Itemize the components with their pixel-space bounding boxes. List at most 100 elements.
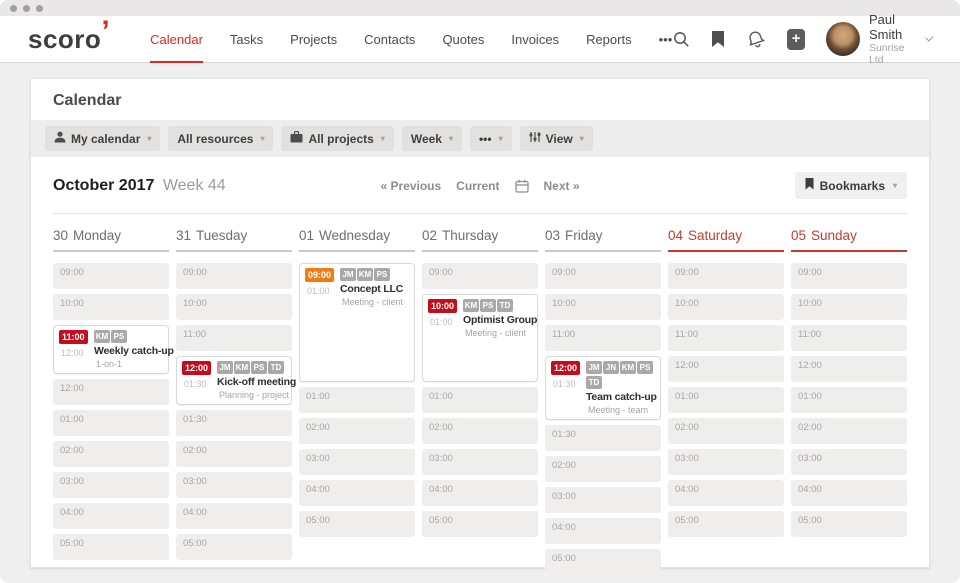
- nav-item-projects[interactable]: Projects: [290, 16, 337, 63]
- time-slot[interactable]: 05:00: [545, 549, 661, 575]
- time-slot[interactable]: 04:00: [299, 480, 415, 506]
- time-slot[interactable]: 03:00: [53, 472, 169, 498]
- slot-time-label: 12:00: [675, 360, 699, 371]
- time-slot[interactable]: 09:00: [791, 263, 907, 289]
- nav-item-contacts[interactable]: Contacts: [364, 16, 415, 63]
- nav-item-reports[interactable]: Reports: [586, 16, 632, 63]
- window-close-button[interactable]: [10, 5, 17, 12]
- time-slot[interactable]: 05:00: [668, 511, 784, 537]
- member-badge: PS: [637, 361, 653, 374]
- time-slot[interactable]: 05:00: [176, 534, 292, 560]
- add-icon[interactable]: +: [787, 29, 805, 50]
- filter-week[interactable]: Week▾: [402, 126, 462, 151]
- time-slot[interactable]: 10:00: [668, 294, 784, 320]
- time-slot[interactable]: 05:00: [422, 511, 538, 537]
- time-slot[interactable]: 02:00: [545, 456, 661, 482]
- bookmarks-button[interactable]: Bookmarks ▾: [795, 172, 907, 199]
- nav-item-quotes[interactable]: Quotes: [442, 16, 484, 63]
- window-zoom-button[interactable]: [36, 5, 43, 12]
- time-slot[interactable]: 09:00: [668, 263, 784, 289]
- time-slot[interactable]: 05:00: [791, 511, 907, 537]
- search-icon[interactable]: [672, 30, 690, 48]
- event-card[interactable]: 11:0012:00KMPSWeekly catch-up1-on-1: [53, 325, 169, 374]
- time-slot[interactable]: 03:00: [299, 449, 415, 475]
- slot-time-label: 01:00: [675, 391, 699, 402]
- event-card[interactable]: 10:0001:00KMPSTDOptimist GroupMeeting - …: [422, 294, 538, 382]
- next-button[interactable]: Next »: [544, 179, 580, 193]
- previous-button[interactable]: « Previous: [380, 179, 441, 193]
- time-slot[interactable]: 02:00: [791, 418, 907, 444]
- time-slot[interactable]: 11:00: [791, 325, 907, 351]
- time-slot[interactable]: 01:00: [53, 410, 169, 436]
- event-end-time: 01:00: [428, 317, 453, 327]
- time-slot[interactable]: 12:00: [791, 356, 907, 382]
- time-slot[interactable]: 10:00: [791, 294, 907, 320]
- time-slot[interactable]: 02:00: [176, 441, 292, 467]
- user-menu[interactable]: Paul Smith Sunrise Ltd: [826, 12, 932, 66]
- event-card[interactable]: 12:0001:30JMKMPSTDKick-off meetingPlanni…: [176, 356, 292, 405]
- nav-item-tasks[interactable]: Tasks: [230, 16, 263, 63]
- time-slot[interactable]: 03:00: [668, 449, 784, 475]
- time-slot[interactable]: 09:00: [422, 263, 538, 289]
- filter-label: View: [546, 132, 573, 146]
- time-slot[interactable]: 10:00: [545, 294, 661, 320]
- scoro-logo[interactable]: scoro’: [28, 16, 110, 63]
- filter-my-calendar[interactable]: My calendar▾: [45, 126, 160, 151]
- time-slot[interactable]: 05:00: [53, 534, 169, 560]
- bookmark-icon[interactable]: [711, 31, 725, 48]
- time-slot[interactable]: 02:00: [668, 418, 784, 444]
- time-slot[interactable]: 04:00: [545, 518, 661, 544]
- event-start-badge: 09:00: [305, 268, 334, 282]
- time-slot[interactable]: 01:30: [176, 410, 292, 436]
- slot-time-label: 09:00: [675, 267, 699, 278]
- day-column-tuesday: 31Tuesday09:0010:0011:0012:0001:30JMKMPS…: [176, 228, 292, 580]
- time-slot[interactable]: 11:00: [545, 325, 661, 351]
- time-slot[interactable]: 01:00: [422, 387, 538, 413]
- time-slot[interactable]: 11:00: [668, 325, 784, 351]
- time-slot[interactable]: 03:00: [176, 472, 292, 498]
- time-slot[interactable]: 09:00: [53, 263, 169, 289]
- nav-item-invoices[interactable]: Invoices: [511, 16, 559, 63]
- nav-item-calendar[interactable]: Calendar: [150, 16, 203, 63]
- slot-time-label: 04:00: [552, 522, 576, 533]
- time-slot[interactable]: 03:00: [791, 449, 907, 475]
- filter-view[interactable]: View▾: [520, 126, 593, 151]
- time-slot[interactable]: 12:00: [668, 356, 784, 382]
- time-slot[interactable]: 09:00: [545, 263, 661, 289]
- time-slot[interactable]: 04:00: [53, 503, 169, 529]
- time-slot[interactable]: 01:30: [545, 425, 661, 451]
- calendar-picker-icon[interactable]: [515, 179, 529, 193]
- time-slot[interactable]: 04:00: [422, 480, 538, 506]
- time-slot[interactable]: 02:00: [53, 441, 169, 467]
- event-card[interactable]: 12:0001:30JMJNKMPSTDTeam catch-upMeeting…: [545, 356, 661, 420]
- time-slot[interactable]: 03:00: [422, 449, 538, 475]
- time-slot[interactable]: 04:00: [791, 480, 907, 506]
- time-slot[interactable]: 01:00: [668, 387, 784, 413]
- bell-icon[interactable]: [746, 30, 766, 49]
- current-button[interactable]: Current: [456, 179, 499, 193]
- time-slot[interactable]: 02:00: [422, 418, 538, 444]
- day-name: Tuesday: [196, 228, 247, 243]
- filter-all-projects[interactable]: All projects▾: [281, 126, 393, 151]
- time-slot[interactable]: 05:00: [299, 511, 415, 537]
- event-card[interactable]: 09:0001:00JMKMPSConcept LLCMeeting - cli…: [299, 263, 415, 382]
- slot-time-label: 10:00: [183, 298, 207, 309]
- time-slot[interactable]: 02:00: [299, 418, 415, 444]
- time-slot[interactable]: 12:00: [53, 379, 169, 405]
- time-slot[interactable]: 09:00: [176, 263, 292, 289]
- nav-item-more[interactable]: •••: [659, 16, 673, 63]
- time-slot[interactable]: 10:00: [53, 294, 169, 320]
- window-minimize-button[interactable]: [23, 5, 30, 12]
- filter-all-resources[interactable]: All resources▾: [168, 126, 273, 151]
- event-body: JMJNKMPSTDTeam catch-upMeeting - team: [586, 361, 655, 415]
- time-slot[interactable]: 03:00: [545, 487, 661, 513]
- filter-more[interactable]: •••▾: [470, 126, 512, 151]
- time-slot[interactable]: 11:00: [176, 325, 292, 351]
- time-slot[interactable]: 04:00: [668, 480, 784, 506]
- time-slot[interactable]: 01:00: [299, 387, 415, 413]
- time-slot[interactable]: 01:00: [791, 387, 907, 413]
- time-slot[interactable]: 10:00: [176, 294, 292, 320]
- caret-down-icon: ▾: [260, 134, 264, 143]
- day-column-friday: 03Friday09:0010:0011:0012:0001:30JMJNKMP…: [545, 228, 661, 580]
- time-slot[interactable]: 04:00: [176, 503, 292, 529]
